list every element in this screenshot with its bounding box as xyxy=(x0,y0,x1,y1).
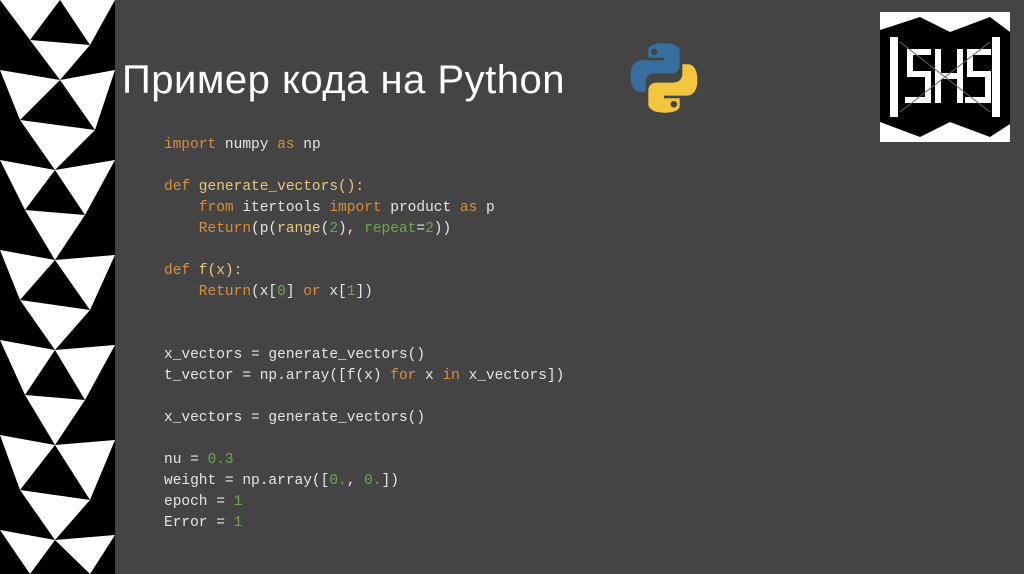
code-token: in xyxy=(442,368,459,384)
code-token: as xyxy=(277,137,294,153)
code-token: )) xyxy=(434,221,451,237)
code-token: 0.3 xyxy=(208,452,234,468)
code-token: def xyxy=(164,263,190,279)
code-token: product xyxy=(382,200,460,216)
code-token: 2 xyxy=(329,221,338,237)
left-geometric-decoration xyxy=(0,0,115,574)
code-token: 0. xyxy=(329,473,346,489)
code-token: (p( xyxy=(251,221,277,237)
code-token: generate_vectors(): xyxy=(190,179,364,195)
code-token: itertools xyxy=(234,200,330,216)
code-token: for xyxy=(390,368,416,384)
code-token: = xyxy=(416,221,425,237)
code-token: p xyxy=(477,200,494,216)
code-token: f(x): xyxy=(190,263,242,279)
code-token: 2 xyxy=(425,221,434,237)
code-token: 0. xyxy=(364,473,381,489)
python-logo-icon xyxy=(628,42,700,114)
slide-title: Пример кода на Python xyxy=(122,58,565,103)
code-token: 1 xyxy=(234,494,243,510)
code-token: nu = xyxy=(164,452,208,468)
code-token: import xyxy=(329,200,381,216)
code-token: Return xyxy=(164,221,251,237)
code-token: , xyxy=(347,473,364,489)
code-token: from xyxy=(164,200,234,216)
code-token: Error = xyxy=(164,515,234,531)
code-token: x[ xyxy=(321,284,347,300)
code-token: ] xyxy=(286,284,303,300)
code-token: import xyxy=(164,137,216,153)
code-token: (x[ xyxy=(251,284,277,300)
code-token: t_vector = np.array([f(x) xyxy=(164,368,390,384)
code-token: np xyxy=(295,137,321,153)
code-token: as xyxy=(460,200,477,216)
code-token: x xyxy=(416,368,442,384)
corner-emblem xyxy=(880,12,1010,142)
code-token: weight = np.array([ xyxy=(164,473,329,489)
code-line: x_vectors = generate_vectors() xyxy=(164,347,425,363)
code-snippet: import numpy as np def generate_vectors(… xyxy=(164,135,564,534)
code-token: ]) xyxy=(382,473,399,489)
code-token: range xyxy=(277,221,321,237)
code-token: repeat xyxy=(364,221,416,237)
code-token: epoch = xyxy=(164,494,234,510)
code-token: def xyxy=(164,179,190,195)
code-token: or xyxy=(303,284,320,300)
code-token: ]) xyxy=(355,284,372,300)
code-token: 1 xyxy=(234,515,243,531)
code-token: Return xyxy=(164,284,251,300)
code-token: numpy xyxy=(216,137,277,153)
code-line: x_vectors = generate_vectors() xyxy=(164,410,425,426)
code-token: ), xyxy=(338,221,364,237)
code-token: 0 xyxy=(277,284,286,300)
code-token: x_vectors]) xyxy=(460,368,564,384)
